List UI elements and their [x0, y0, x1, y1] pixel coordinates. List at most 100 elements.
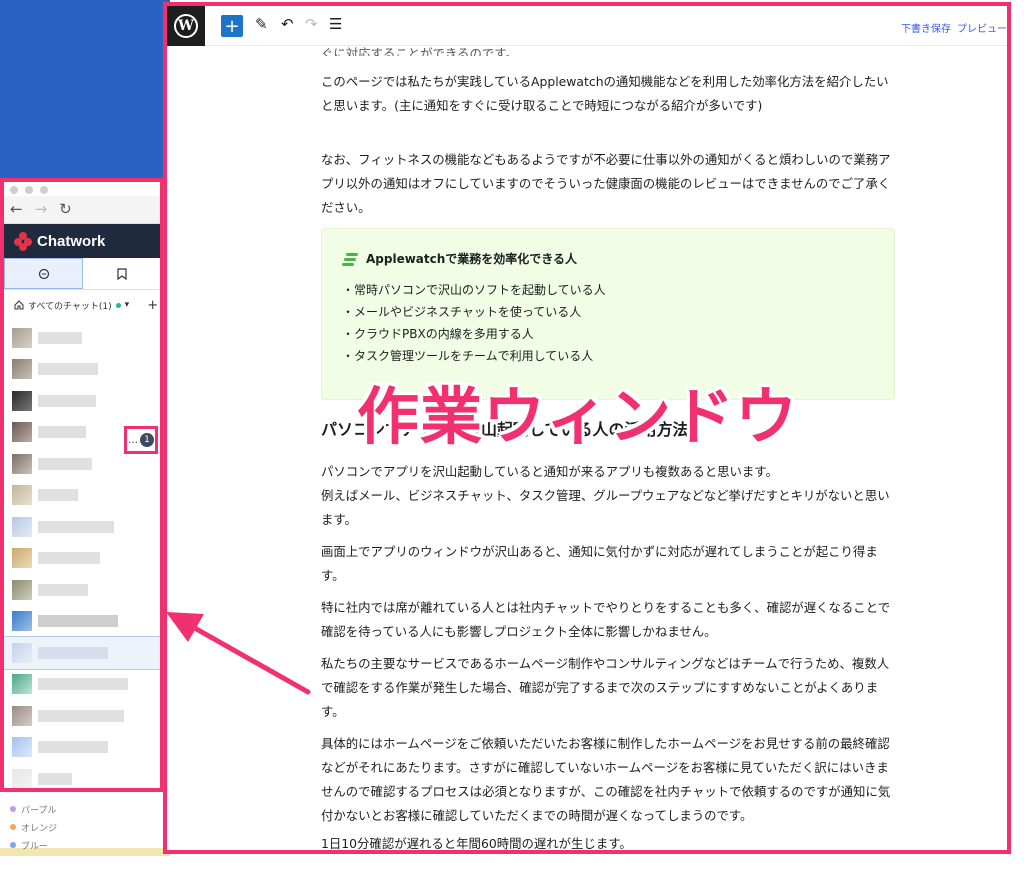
back-icon[interactable]: ←	[10, 202, 23, 217]
chat-bubble-icon	[38, 268, 49, 279]
tag-item[interactable]: パープル	[10, 800, 57, 818]
add-chat-button[interactable]: +	[147, 298, 158, 313]
avatar	[12, 674, 32, 695]
undo-icon[interactable]: ↶	[281, 17, 294, 32]
tag-label: ブルー	[21, 841, 49, 852]
window-controls[interactable]	[10, 186, 48, 194]
avatar	[12, 422, 32, 443]
wordpress-editor-window[interactable]: W + ✎ ↶ ↷ ☰ 下書き保存 プレビュー ぐに対応することができるのです。…	[163, 2, 1011, 854]
paragraph-cut[interactable]: ぐに対応することができるのです。	[321, 42, 518, 56]
paragraph[interactable]: 私たちの主要なサービスであるホームページ制作やコンサルティングなどはチームで行う…	[321, 652, 895, 724]
list-item[interactable]: ・タスク管理ツールをチームで利用している人	[342, 345, 872, 367]
bookmark-icon	[116, 267, 127, 280]
save-draft-button[interactable]: 下書き保存	[901, 20, 951, 35]
paragraph[interactable]: 具体的にはホームページをご依頼いただいたお客様に制作したホームページをお見せする…	[321, 732, 895, 828]
wordpress-logo-button[interactable]: W	[167, 6, 205, 46]
room-name-blurred	[38, 363, 98, 376]
list-item[interactable]	[4, 700, 160, 732]
room-list	[4, 322, 160, 788]
chat-filter[interactable]: すべてのチャット(1) ▾ +	[4, 294, 160, 316]
paragraph[interactable]: 例えばメール、ビジネスチャット、タスク管理、グループウェアなどなど挙げだすとキリ…	[321, 484, 895, 532]
avatar	[12, 642, 32, 663]
list-item[interactable]	[4, 732, 160, 764]
paragraph[interactable]: 特に社内では席が離れている人とは社内チャットでやりとりをすることも多く、確認が遅…	[321, 596, 895, 644]
room-name-blurred	[38, 520, 114, 533]
room-name-blurred	[38, 331, 82, 344]
box-title: Applewatchで業務を効率化できる人	[342, 247, 872, 271]
list-item[interactable]	[4, 385, 160, 417]
list-item[interactable]: ・常時パソコンで沢山のソフトを起動している人	[342, 279, 872, 301]
avatar	[12, 453, 32, 474]
tag-label: パープル	[21, 805, 57, 816]
chatwork-window[interactable]: ← → ↻ Chatwork すべてのチャット(1) ▾ +	[0, 178, 164, 792]
avatar	[12, 327, 32, 348]
edit-tool-icon[interactable]: ✎	[255, 17, 268, 32]
avatar	[12, 705, 32, 726]
filter-label: すべてのチャット(1)	[28, 301, 112, 312]
paragraph[interactable]: このページでは私たちが実践しているApplewatchの通知機能などを利用した効…	[321, 70, 895, 118]
room-name-blurred	[38, 709, 124, 722]
list-item[interactable]	[4, 543, 160, 575]
close-window-button[interactable]	[10, 186, 18, 194]
paragraph[interactable]: 画面上でアプリのウィンドウが沢山あると、通知に気付かずに対応が遅れてしまうことが…	[321, 540, 895, 588]
list-item[interactable]	[4, 480, 160, 512]
room-name-blurred	[38, 772, 72, 785]
minimize-window-button[interactable]	[25, 186, 33, 194]
redo-icon[interactable]: ↷	[305, 17, 318, 32]
list-item[interactable]: ・メールやビジネスチャットを使っている人	[342, 301, 872, 323]
list-lines-icon	[342, 252, 358, 266]
room-name-blurred	[38, 426, 86, 439]
tag-legend: パープル オレンジ ブルー	[10, 800, 57, 854]
list-item[interactable]	[4, 354, 160, 386]
reload-icon[interactable]: ↻	[59, 202, 72, 217]
unread-dot	[115, 302, 121, 308]
room-name-ellipsis: …	[128, 434, 138, 446]
unread-badge-highlight[interactable]: … 1	[124, 426, 158, 454]
forward-icon[interactable]: →	[35, 202, 48, 217]
desktop-background	[0, 0, 170, 180]
tag-color-dot	[10, 842, 16, 848]
avatar	[12, 611, 32, 632]
zoom-window-button[interactable]	[40, 186, 48, 194]
list-item[interactable]: ・クラウドPBXの内線を多用する人	[342, 323, 872, 345]
list-item[interactable]	[4, 606, 160, 638]
tab-bookmarks[interactable]	[83, 258, 160, 289]
tag-label: オレンジ	[21, 823, 58, 834]
box-list: ・常時パソコンで沢山のソフトを起動している人 ・メールやビジネスチャットを使って…	[342, 279, 872, 367]
tag-item[interactable]: ブルー	[10, 836, 57, 854]
list-item[interactable]	[4, 669, 160, 701]
room-name-blurred	[38, 552, 100, 565]
preview-button[interactable]: プレビュー	[957, 20, 1007, 35]
avatar	[12, 548, 32, 569]
room-name-blurred	[38, 394, 96, 407]
paragraph[interactable]: パソコンでアプリを沢山起動していると通知が来るアプリも複数あると思います。	[321, 460, 895, 484]
room-name-blurred	[38, 457, 92, 470]
tag-color-dot	[10, 824, 16, 830]
avatar	[12, 485, 32, 506]
list-item[interactable]	[4, 574, 160, 606]
room-name-blurred	[38, 741, 108, 754]
box-title-text: Applewatchで業務を効率化できる人	[366, 252, 578, 266]
avatar	[12, 359, 32, 380]
avatar	[12, 579, 32, 600]
tag-color-dot	[10, 806, 16, 812]
paragraph[interactable]: 1日10分確認が遅れると年間60時間の遅れが生じます。	[321, 832, 895, 850]
list-item[interactable]	[4, 763, 160, 788]
chatwork-header: Chatwork	[4, 224, 160, 258]
room-name-blurred	[38, 646, 108, 659]
add-block-button[interactable]: +	[221, 15, 243, 37]
unread-count-badge: 1	[140, 433, 154, 447]
home-icon	[14, 300, 24, 310]
tag-item[interactable]: オレンジ	[10, 818, 57, 836]
list-item[interactable]	[4, 322, 160, 354]
chatwork-tabs	[4, 258, 160, 290]
filter-caret-icon[interactable]: ▾	[125, 300, 130, 310]
list-view-icon[interactable]: ☰	[329, 17, 342, 32]
list-item-selected[interactable]	[4, 636, 160, 670]
chatwork-logo-text: Chatwork	[37, 232, 106, 250]
avatar	[12, 516, 32, 537]
paragraph[interactable]: なお、フィットネスの機能などもあるようですが不必要に仕事以外の通知がくると煩わし…	[321, 148, 895, 220]
list-item[interactable]	[4, 511, 160, 543]
avatar	[12, 768, 32, 788]
tab-chats[interactable]	[4, 258, 83, 289]
